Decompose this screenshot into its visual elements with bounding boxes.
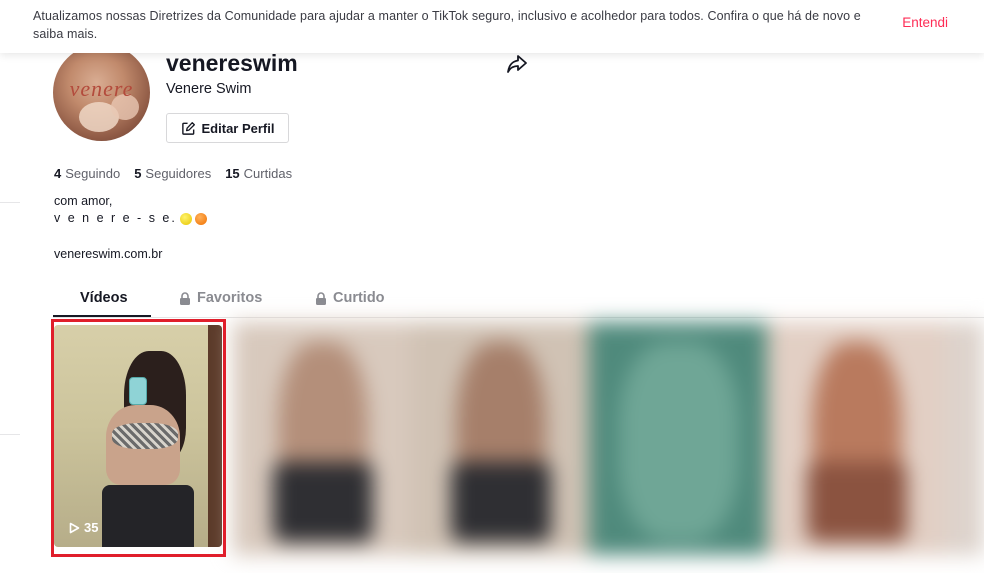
share-icon[interactable] <box>506 54 528 74</box>
play-icon <box>69 522 80 533</box>
sidebar-divider <box>0 202 20 203</box>
stat-count: 15 <box>225 166 240 181</box>
tab-liked[interactable]: Curtido <box>315 290 385 318</box>
bio-line: com amor, <box>54 194 113 208</box>
video-thumbnail[interactable]: 35 <box>54 325 222 547</box>
stat-following[interactable]: 4 Seguindo <box>54 166 120 181</box>
sidebar-divider <box>0 434 20 435</box>
lock-icon <box>180 292 190 305</box>
edit-profile-label: Editar Perfil <box>201 120 275 136</box>
video-thumbnail[interactable] <box>411 322 591 555</box>
avatar[interactable]: venere <box>53 44 150 141</box>
video-thumbnail[interactable] <box>767 322 947 555</box>
stat-label: Curtidas <box>243 166 293 181</box>
blurred-video-thumbnails <box>233 322 984 555</box>
orange-emoji-icon <box>194 212 207 225</box>
profile-bio: com amor, v e n e r e - s e. <box>54 193 207 227</box>
tab-label: Vídeos <box>80 290 128 306</box>
banner-message: Atualizamos nossas Diretrizes da Comunid… <box>33 9 861 41</box>
profile-username: venereswim <box>166 50 298 76</box>
stat-label: Seguindo <box>65 166 121 181</box>
avatar-logo-text: venere <box>69 76 134 101</box>
community-guidelines-banner: Atualizamos nossas Diretrizes da Comunid… <box>0 0 984 53</box>
stat-label: Seguidores <box>145 166 212 181</box>
lock-icon <box>316 292 326 305</box>
profile-stats: 4 Seguindo 5 Seguidores 15 Curtidas <box>54 166 292 181</box>
stat-count: 4 <box>54 166 62 181</box>
edit-icon <box>181 121 195 135</box>
profile-website-link[interactable]: venereswim.com.br <box>54 247 162 261</box>
lemon-emoji-icon <box>179 212 192 225</box>
tab-videos[interactable]: Vídeos <box>80 290 128 318</box>
bio-line: v e n e r e - s e. <box>54 211 177 225</box>
tab-label: Favoritos <box>197 290 263 306</box>
stat-count: 5 <box>134 166 142 181</box>
video-thumbnail[interactable] <box>589 322 769 555</box>
stat-likes: 15 Curtidas <box>225 166 292 181</box>
tabs-divider <box>53 317 984 318</box>
video-view-count: 35 <box>68 520 98 535</box>
tiktok-profile-page: Atualizamos nossas Diretrizes da Comunid… <box>0 0 984 573</box>
tab-label: Curtido <box>333 290 385 306</box>
view-count-text: 35 <box>84 520 99 535</box>
stat-followers[interactable]: 5 Seguidores <box>134 166 211 181</box>
profile-nickname: Venere Swim <box>166 81 252 97</box>
video-thumbnail[interactable] <box>233 322 413 555</box>
banner-dismiss-button[interactable]: Entendi <box>902 15 948 30</box>
tab-favorites[interactable]: Favoritos <box>179 290 262 318</box>
edit-profile-button[interactable]: Editar Perfil <box>166 113 289 143</box>
video-thumbnail[interactable] <box>945 322 984 555</box>
profile-tabs: Vídeos Favoritos Curtido <box>53 290 984 318</box>
